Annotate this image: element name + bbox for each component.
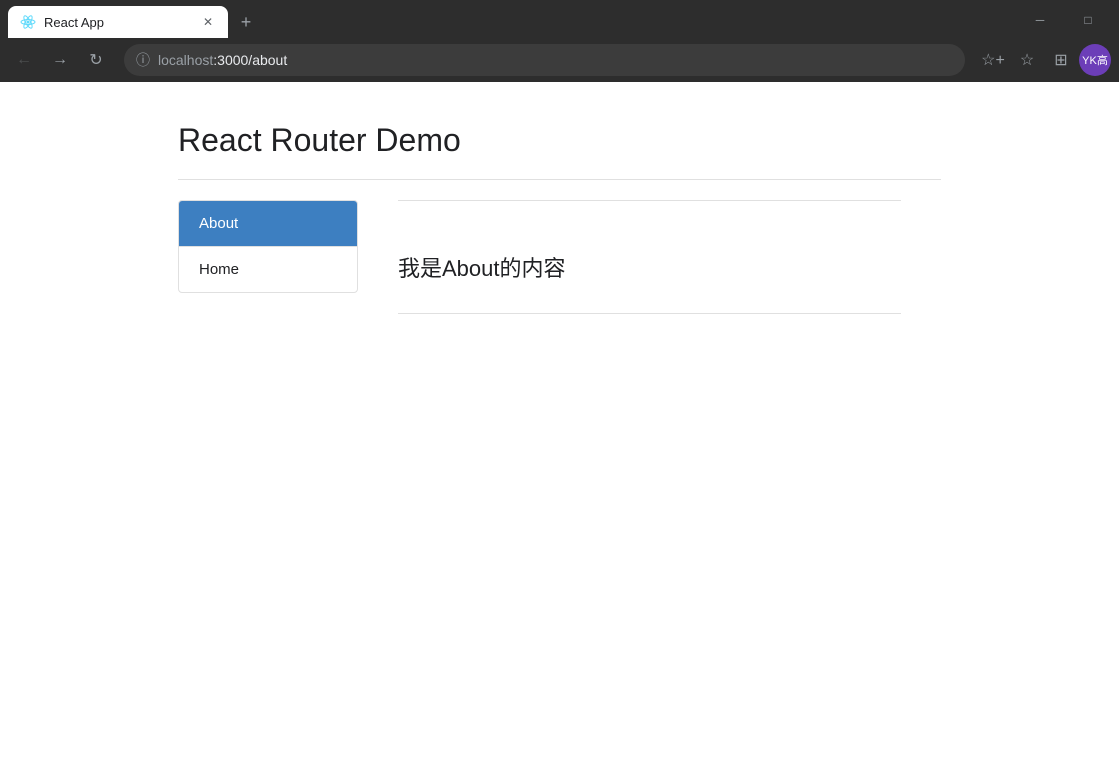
reload-icon: ↻ [89,50,102,70]
address-bar[interactable]: ⓘ localhost:3000/about [124,44,965,76]
page-top-divider [178,179,941,180]
nav-item-home-label: Home [199,261,239,278]
toolbar-actions: ☆+ ☆ ⊞ YK高 [977,44,1111,76]
tab-bar: React App ✕ + ─ □ [0,0,1119,38]
maximize-button[interactable]: □ [1065,6,1111,34]
back-icon: ← [16,51,32,69]
url-path: :3000/about [213,52,287,68]
add-favorite-button[interactable]: ☆+ [977,44,1009,76]
tab-close-button[interactable]: ✕ [200,14,216,30]
browser-toolbar: ← → ↻ ⓘ localhost:3000/about ☆+ ☆ ⊞ Y [0,38,1119,82]
collections-button[interactable]: ⊞ [1045,44,1077,76]
add-favorite-icon: ☆+ [981,50,1005,70]
tab-favicon [20,14,36,30]
favorite-icon: ☆ [1020,50,1034,70]
content-text: 我是About的内容 [398,221,901,313]
forward-button[interactable]: → [44,44,76,76]
page-content: React Router Demo About Home 我是About的内容 [0,82,1119,758]
nav-sidebar: About Home [178,200,358,293]
active-tab[interactable]: React App ✕ [8,6,228,38]
content-area: 我是About的内容 [358,200,941,314]
back-button[interactable]: ← [8,44,40,76]
favorite-button[interactable]: ☆ [1011,44,1043,76]
nav-item-about-label: About [199,215,238,232]
page-title: React Router Demo [178,122,941,159]
browser-window: React App ✕ + ─ □ ← → ↻ ⓘ localhost:3000… [0,0,1119,758]
tab-title-label: React App [44,15,192,30]
url-display: localhost:3000/about [158,52,953,68]
nav-item-about[interactable]: About [179,201,357,247]
page-body: About Home 我是About的内容 [178,200,941,314]
content-bottom-divider [398,313,901,314]
nav-item-home[interactable]: Home [179,247,357,292]
profile-label: YK高 [1082,52,1108,68]
forward-icon: → [52,51,68,69]
window-controls: ─ □ [1017,6,1111,34]
url-protocol: localhost [158,52,213,68]
reload-button[interactable]: ↻ [80,44,112,76]
page-inner: React Router Demo About Home 我是About的内容 [0,82,1119,354]
profile-button[interactable]: YK高 [1079,44,1111,76]
content-top-divider [398,200,901,201]
new-tab-button[interactable]: + [232,8,260,36]
collections-icon: ⊞ [1054,50,1067,70]
minimize-button[interactable]: ─ [1017,6,1063,34]
info-icon[interactable]: ⓘ [136,50,150,70]
